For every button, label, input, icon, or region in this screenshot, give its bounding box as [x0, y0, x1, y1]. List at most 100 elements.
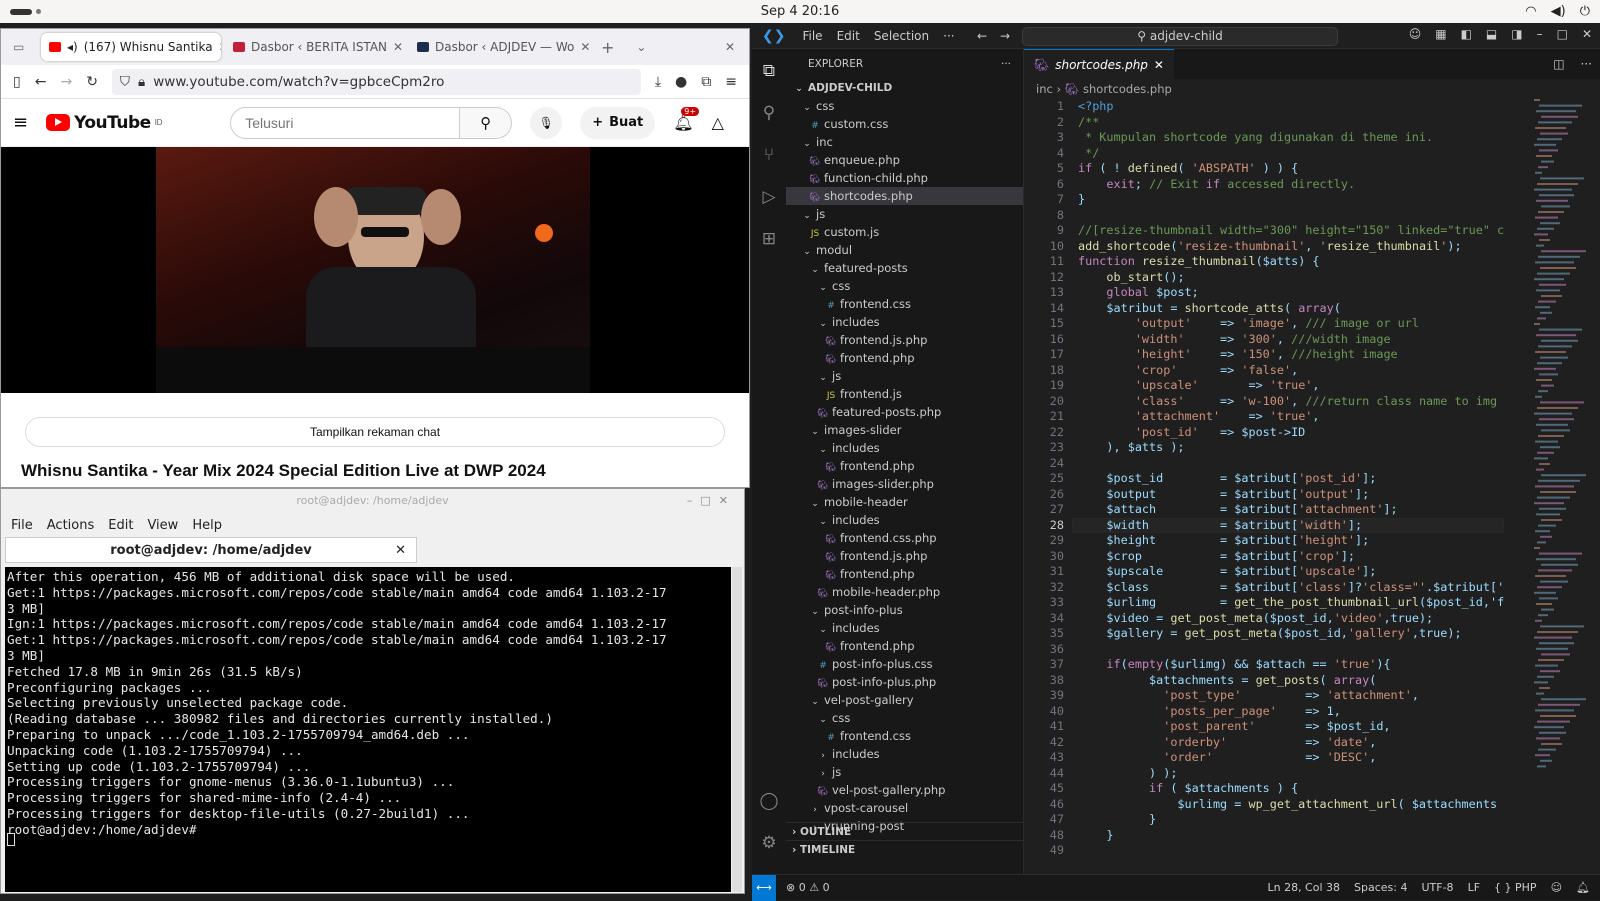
- browser-tab-youtube[interactable]: ◂) (167) Whisnu Santika ✕: [41, 33, 221, 61]
- tree-folder[interactable]: ⌄ post-info-plus: [786, 601, 1023, 619]
- tree-file[interactable]: 🐘︎ function-child.php: [786, 169, 1023, 187]
- terminal-scrollbar[interactable]: [732, 567, 742, 892]
- account-icon[interactable]: ◯: [759, 791, 778, 811]
- menu-edit[interactable]: Edit: [108, 518, 133, 533]
- toggle-secondary-sidebar-icon[interactable]: ◨: [1511, 27, 1522, 41]
- tree-file[interactable]: 🐘︎ frontend.php: [786, 349, 1023, 367]
- tree-file[interactable]: # custom.css: [786, 115, 1023, 133]
- clock[interactable]: Sep 4 20:16: [0, 4, 1600, 19]
- menu-actions[interactable]: Actions: [47, 518, 95, 533]
- language-mode[interactable]: { } PHP: [1494, 881, 1537, 894]
- notifications-button[interactable]: 🔔︎ 9+: [673, 107, 700, 132]
- close-tab-icon[interactable]: ✕: [395, 543, 406, 558]
- browser-tab-adjdev[interactable]: Dasbor ‹ ADJDEV — Wo ✕: [409, 33, 589, 61]
- explorer-icon[interactable]: ⧉: [763, 61, 775, 81]
- maximize-icon[interactable]: □: [1557, 27, 1568, 41]
- workspace-root[interactable]: ⌄ ADJDEV-CHILD: [786, 79, 1023, 97]
- forward-icon[interactable]: →: [60, 74, 72, 90]
- breadcrumb-folder[interactable]: inc: [1036, 82, 1053, 96]
- editor-tab-shortcodes[interactable]: 🐘︎ shortcodes.php ✕: [1024, 49, 1174, 79]
- close-tab-icon[interactable]: ✕: [393, 40, 403, 54]
- show-chat-replay-button[interactable]: Tampilkan rekaman chat: [25, 417, 725, 447]
- new-tab-icon[interactable]: +: [601, 38, 614, 57]
- tree-file[interactable]: JS custom.js: [786, 223, 1023, 241]
- command-center[interactable]: ⚲ adjdev-child: [1022, 27, 1338, 46]
- split-editor-icon[interactable]: ◫: [1545, 49, 1572, 79]
- gear-icon[interactable]: ⚙: [761, 833, 776, 853]
- forward-icon[interactable]: →: [1000, 29, 1010, 43]
- minimize-icon[interactable]: –: [1537, 27, 1543, 41]
- tree-folder[interactable]: ⌄ mobile-header: [786, 493, 1023, 511]
- tree-folder[interactable]: ⌄ css: [786, 709, 1023, 727]
- create-button[interactable]: + Buat: [580, 106, 656, 139]
- tree-folder[interactable]: ⌄ includes: [786, 619, 1023, 637]
- encoding[interactable]: UTF-8: [1421, 881, 1453, 894]
- reload-icon[interactable]: ↻: [86, 74, 98, 90]
- close-window-icon[interactable]: ✕: [725, 40, 735, 54]
- tree-file[interactable]: 🐘︎ frontend.php: [786, 457, 1023, 475]
- tree-folder[interactable]: ⌄ js: [786, 367, 1023, 385]
- menu-more[interactable]: ···: [936, 29, 961, 43]
- menu-view[interactable]: View: [147, 518, 178, 533]
- tree-folder[interactable]: ⌄ css: [786, 277, 1023, 295]
- breadcrumb[interactable]: inc › 🐘︎ shortcodes.php: [1024, 79, 1600, 99]
- close-tab-icon[interactable]: ✕: [580, 40, 589, 54]
- copilot-icon[interactable]: ☺︎: [1409, 27, 1422, 41]
- toggle-sidebar-icon[interactable]: ◧: [1461, 27, 1472, 41]
- remote-indicator-icon[interactable]: ⟷: [752, 874, 776, 901]
- youtube-logo[interactable]: YouTube ID: [46, 113, 163, 133]
- tree-folder[interactable]: ⌄ includes: [786, 439, 1023, 457]
- timeline-section[interactable]: › TIMELINE: [786, 840, 1024, 858]
- menu-edit[interactable]: Edit: [830, 29, 867, 43]
- close-icon[interactable]: ✕: [1154, 58, 1164, 72]
- window-controls[interactable]: –□✕: [687, 489, 736, 513]
- tree-file[interactable]: # frontend.css: [786, 727, 1023, 745]
- tree-folder[interactable]: › vpost-carousel: [786, 799, 1023, 817]
- extensions-icon[interactable]: ⊞: [762, 229, 776, 249]
- audio-playing-icon[interactable]: ◂): [67, 40, 78, 54]
- search-icon[interactable]: ⚲: [763, 103, 775, 123]
- tree-file[interactable]: 🐘︎ frontend.js.php: [786, 547, 1023, 565]
- tree-folder[interactable]: ⌄ vel-post-gallery: [786, 691, 1023, 709]
- search-input[interactable]: [230, 106, 461, 139]
- cursor-position[interactable]: Ln 28, Col 38: [1267, 881, 1340, 894]
- indentation[interactable]: Spaces: 4: [1354, 881, 1407, 894]
- tree-file[interactable]: 🐘︎ post-info-plus.php: [786, 673, 1023, 691]
- extensions-icon[interactable]: ⧉: [701, 74, 711, 90]
- menu-file[interactable]: File: [795, 29, 829, 43]
- tree-folder[interactable]: ⌄ inc: [786, 133, 1023, 151]
- tree-folder[interactable]: › includes: [786, 745, 1023, 763]
- tree-file[interactable]: 🐘︎ images-slider.php: [786, 475, 1023, 493]
- tree-file[interactable]: 🐘︎ mobile-header.php: [786, 583, 1023, 601]
- tree-file[interactable]: JS frontend.js: [786, 385, 1023, 403]
- problems-indicator[interactable]: ⊗ 0 ⚠ 0: [776, 881, 830, 894]
- menu-help[interactable]: Help: [192, 518, 222, 533]
- account-icon[interactable]: ●: [675, 74, 687, 90]
- tree-file[interactable]: 🐘︎ enqueue.php: [786, 151, 1023, 169]
- system-tray[interactable]: ◠ ◀) ⏻: [1525, 4, 1590, 19]
- menu-icon[interactable]: ≡: [725, 74, 737, 90]
- tree-file[interactable]: 🐘︎ frontend.css.php: [786, 529, 1023, 547]
- tree-file[interactable]: 🐘︎ vel-post-gallery.php: [786, 781, 1023, 799]
- end-of-line[interactable]: LF: [1468, 881, 1480, 894]
- menu-selection[interactable]: Selection: [867, 29, 936, 43]
- terminal-tab[interactable]: root@adjdev: /home/adjdev ✕: [5, 537, 417, 563]
- more-actions-icon[interactable]: ···: [1573, 49, 1600, 79]
- activities-indicator[interactable]: [10, 8, 41, 15]
- tree-folder[interactable]: ⌄ js: [786, 205, 1023, 223]
- menu-file[interactable]: File: [11, 518, 33, 533]
- minimap[interactable]: [1534, 99, 1590, 799]
- tree-folder[interactable]: ⌄ css: [786, 97, 1023, 115]
- tree-folder[interactable]: › js: [786, 763, 1023, 781]
- breadcrumb-file[interactable]: shortcodes.php: [1083, 82, 1172, 96]
- close-tab-icon[interactable]: ✕: [219, 40, 221, 54]
- tree-file[interactable]: # frontend.css: [786, 295, 1023, 313]
- toggle-panel-icon[interactable]: ⬓: [1486, 27, 1497, 41]
- close-icon[interactable]: ✕: [1582, 27, 1592, 41]
- browser-tab-berita[interactable]: Dasbor ‹ BERITA ISTAN ✕: [225, 33, 405, 61]
- source-control-icon[interactable]: ⑂: [764, 145, 774, 165]
- outline-section[interactable]: › OUTLINE: [786, 822, 1024, 840]
- notifications-icon[interactable]: 🔔︎: [1576, 881, 1590, 894]
- terminal-output[interactable]: After this operation, 456 MB of addition…: [5, 567, 731, 892]
- tree-file[interactable]: 🐘︎ frontend.js.php: [786, 331, 1023, 349]
